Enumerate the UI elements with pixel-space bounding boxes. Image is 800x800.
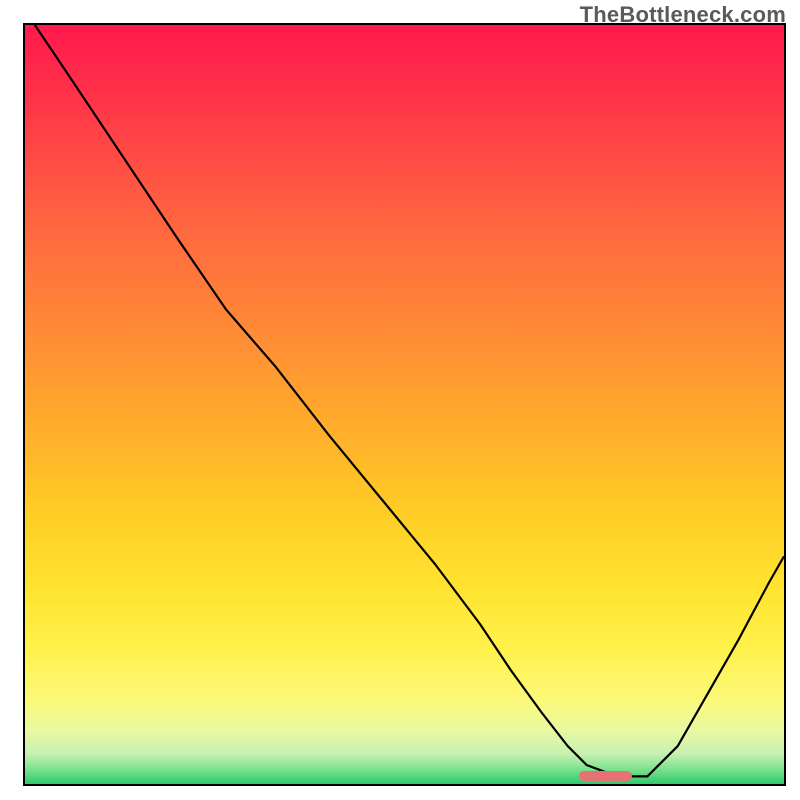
optimal-range-marker xyxy=(579,771,632,781)
chart-plot-area xyxy=(23,23,786,786)
bottleneck-curve xyxy=(25,25,784,784)
